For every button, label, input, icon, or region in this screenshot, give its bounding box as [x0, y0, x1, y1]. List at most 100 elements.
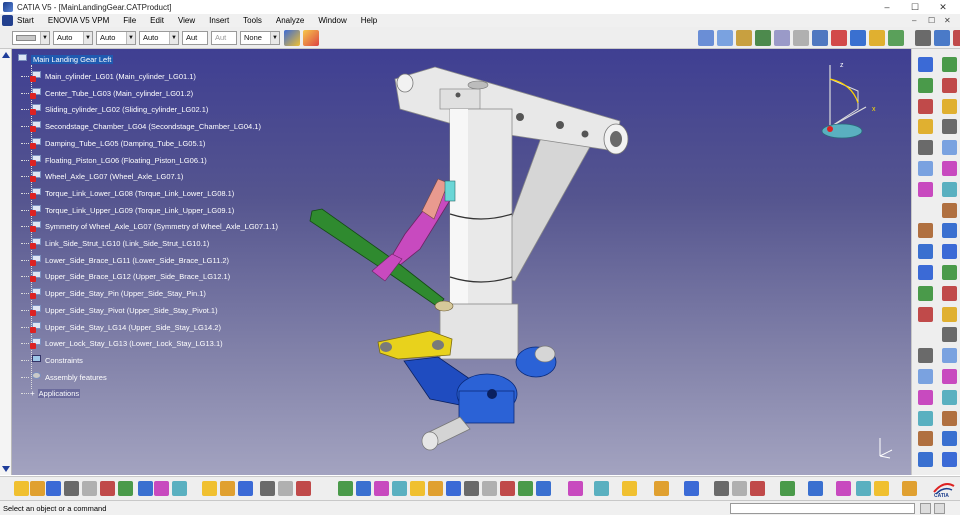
- menu-tools[interactable]: Tools: [236, 14, 269, 27]
- menu-file[interactable]: File: [116, 14, 143, 27]
- paste-icon[interactable]: [855, 481, 871, 496]
- line-thickness-combo[interactable]: Auto ▼: [96, 30, 136, 45]
- selective-load-icon[interactable]: [830, 30, 847, 46]
- tree-node-label[interactable]: Sliding_cylinder_LG02 (Sliding_cylinder_…: [45, 105, 208, 114]
- tree-node-component[interactable]: Upper_Side_Brace_LG12 (Upper_Side_Brace_…: [21, 270, 230, 283]
- cut-icon[interactable]: [81, 481, 97, 496]
- thickness-icon[interactable]: [917, 223, 933, 239]
- analysis-icon[interactable]: [941, 431, 957, 447]
- existing-component-icon[interactable]: [754, 30, 771, 46]
- mdi-restore-button[interactable]: ☐: [928, 14, 935, 27]
- manage-representations-icon[interactable]: [849, 30, 866, 46]
- tree-node-label[interactable]: Secondstage_Chamber_LG04 (Secondstage_Ch…: [45, 122, 261, 131]
- surface-icon[interactable]: [917, 140, 933, 156]
- curve-icon[interactable]: [941, 119, 957, 135]
- graph-tree-icon[interactable]: [792, 30, 809, 46]
- axis-icon[interactable]: [917, 57, 933, 72]
- explode-icon[interactable]: [953, 30, 960, 46]
- section-icon[interactable]: [535, 481, 551, 496]
- slot-icon[interactable]: [941, 265, 957, 280]
- tree-node-constraints[interactable]: Constraints: [21, 354, 83, 367]
- formula-icon[interactable]: [201, 481, 217, 496]
- redo-icon[interactable]: [153, 481, 169, 496]
- tree-node-component[interactable]: Torque_Link_Lower_LG08 (Torque_Link_Lowe…: [21, 187, 234, 200]
- menu-help[interactable]: Help: [354, 14, 384, 27]
- revolve-icon[interactable]: [941, 161, 957, 176]
- tree-node-component[interactable]: Upper_Side_Stay_Pin (Upper_Side_Stay_Pin…: [21, 287, 206, 300]
- remove-icon[interactable]: [941, 285, 957, 301]
- menu-start[interactable]: Start: [13, 14, 41, 27]
- start-icon[interactable]: [2, 15, 13, 26]
- tree-node-label[interactable]: Lower_Side_Brace_LG11 (Lower_Side_Brace_…: [45, 256, 229, 265]
- rotate-icon[interactable]: [917, 389, 933, 405]
- paste-icon[interactable]: [117, 481, 133, 496]
- rotate-view-icon[interactable]: [295, 481, 311, 496]
- replace-component-icon[interactable]: [773, 30, 790, 46]
- tree-node-assembly-features[interactable]: Assembly features: [21, 371, 107, 384]
- layer-combo[interactable]: Aut: [211, 30, 237, 45]
- rib-icon[interactable]: [917, 265, 933, 280]
- tree-node-component[interactable]: Link_Side_Strut_LG10 (Link_Side_Strut_LG…: [21, 237, 209, 250]
- print-icon[interactable]: [63, 481, 79, 496]
- maximize-button[interactable]: ☐: [900, 0, 930, 14]
- mdi-close-button[interactable]: ✕: [944, 14, 951, 27]
- camera-icon[interactable]: [463, 481, 479, 496]
- plane-icon[interactable]: [941, 57, 957, 72]
- tree-node-component[interactable]: Sliding_cylinder_LG02 (Sliding_cylinder_…: [21, 103, 208, 116]
- analysis-icon[interactable]: [499, 481, 515, 496]
- catalog-icon[interactable]: [259, 481, 275, 496]
- mirror-icon[interactable]: [917, 348, 933, 364]
- minimize-button[interactable]: –: [872, 0, 902, 14]
- fly-mode-icon[interactable]: [593, 481, 609, 496]
- point-icon[interactable]: [917, 119, 933, 135]
- tree-node-label[interactable]: Applications: [37, 389, 81, 399]
- generate-numbering-icon[interactable]: [811, 30, 828, 46]
- component-icon[interactable]: [697, 30, 714, 46]
- tree-node-component[interactable]: Symmetry of Wheel_Axle_LG07 (Symmetry of…: [21, 220, 278, 233]
- tree-node-label[interactable]: Torque_Link_Lower_LG08 (Torque_Link_Lowe…: [45, 189, 234, 198]
- scroll-down-icon[interactable]: [2, 466, 10, 472]
- tree-node-label[interactable]: Constraints: [45, 356, 83, 365]
- tree-node-label[interactable]: Wheel_Axle_LG07 (Wheel_Axle_LG07.1): [45, 172, 183, 181]
- chamfer-icon[interactable]: [941, 181, 957, 197]
- tree-node-component[interactable]: Main_cylinder_LG01 (Main_cylinder_LG01.1…: [21, 70, 196, 83]
- normal-view-icon[interactable]: [373, 481, 389, 496]
- tree-node-component[interactable]: Wheel_Axle_LG07 (Wheel_Axle_LG07.1): [21, 170, 183, 183]
- redo-icon[interactable]: [901, 481, 917, 496]
- fast-instantiation-icon[interactable]: [887, 30, 904, 46]
- copy-icon[interactable]: [99, 481, 115, 496]
- sketch-icon[interactable]: [941, 98, 957, 114]
- tree-node-label[interactable]: Upper_Side_Stay_Pin (Upper_Side_Stay_Pin…: [45, 289, 206, 298]
- new-icon[interactable]: [13, 481, 29, 496]
- tree-node-label[interactable]: Damping_Tube_LG05 (Damping_Tube_LG05.1): [45, 139, 205, 148]
- tree-node-component[interactable]: Upper_Side_Stay_LG14 (Upper_Side_Stay_LG…: [21, 321, 221, 334]
- boolean-icon[interactable]: [917, 410, 933, 426]
- tree-node-label[interactable]: Upper_Side_Brace_LG12 (Upper_Side_Brace_…: [45, 272, 230, 281]
- sun-icon[interactable]: [653, 481, 669, 496]
- text-icon[interactable]: [917, 452, 933, 468]
- menu-enovia[interactable]: ENOVIA V5 VPM: [41, 14, 116, 27]
- table-icon[interactable]: [237, 481, 253, 496]
- tree-node-label[interactable]: Link_Side_Strut_LG10 (Link_Side_Strut_LG…: [45, 239, 209, 248]
- tree-node-component[interactable]: Damping_Tube_LG05 (Damping_Tube_LG05.1): [21, 137, 205, 150]
- tree-node-label[interactable]: Assembly features: [45, 373, 107, 382]
- distance-icon[interactable]: [567, 481, 583, 496]
- menu-view[interactable]: View: [171, 14, 202, 27]
- properties-icon[interactable]: [303, 29, 319, 46]
- hole-icon[interactable]: [941, 223, 957, 239]
- tree-node-label[interactable]: Lower_Lock_Stay_LG13 (Lower_Lock_Stay_LG…: [45, 339, 223, 348]
- fit-all-icon[interactable]: [917, 77, 933, 93]
- comment-icon[interactable]: [219, 481, 235, 496]
- save-icon[interactable]: [45, 481, 61, 496]
- 3d-compass[interactable]: z x: [800, 59, 880, 139]
- undo-icon[interactable]: [137, 481, 153, 496]
- status-button-2[interactable]: [934, 503, 945, 514]
- menu-edit[interactable]: Edit: [143, 14, 171, 27]
- tree-root-label[interactable]: Main Landing Gear Left: [31, 55, 114, 64]
- translate-icon[interactable]: [941, 369, 957, 384]
- tree-node-component[interactable]: Center_Tube_LG03 (Main_cylinder_LG01.2): [21, 87, 193, 100]
- tree-node-label[interactable]: Floating_Piston_LG06 (Floating_Piston_LG…: [45, 156, 207, 165]
- tree-node-component[interactable]: Secondstage_Chamber_LG04 (Secondstage_Ch…: [21, 120, 261, 133]
- thick-surface-icon[interactable]: [941, 306, 957, 322]
- measure-icon[interactable]: [941, 410, 957, 426]
